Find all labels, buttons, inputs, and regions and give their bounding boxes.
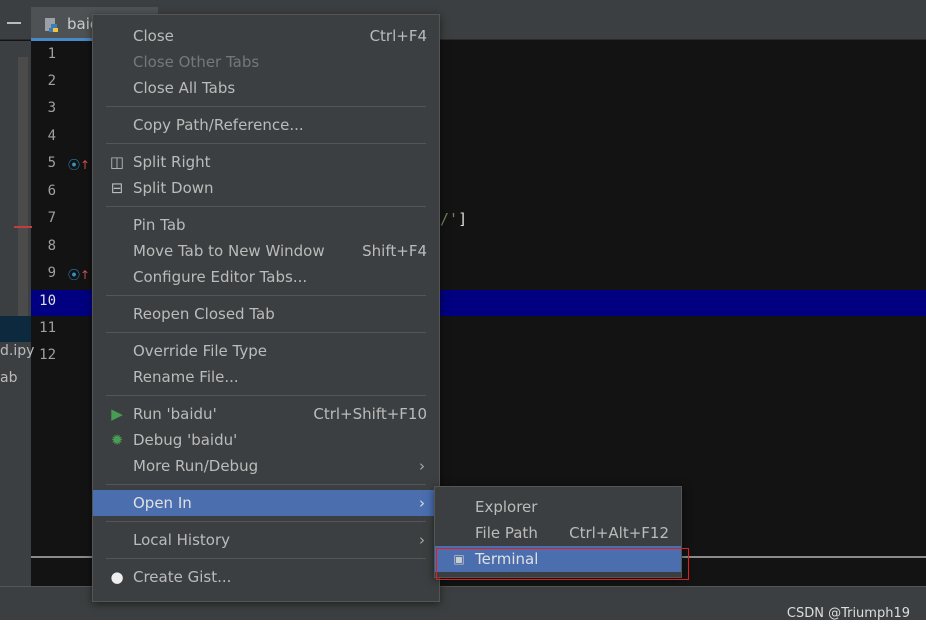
chevron-right-icon: › <box>419 457 425 475</box>
watermark: CSDN @Triumph19 <box>786 606 910 621</box>
menu-close-all-tabs[interactable]: Close All Tabs <box>93 75 439 101</box>
line-number: 4 <box>47 128 56 144</box>
menu-configure-tabs[interactable]: Configure Editor Tabs... <box>93 264 439 290</box>
split-down-icon: ⊟ <box>110 179 124 197</box>
menu-debug[interactable]: ✹ Debug 'baidu' <box>93 427 439 453</box>
chevron-right-icon: › <box>419 494 425 512</box>
menu-split-right[interactable]: ◫ Split Right <box>93 149 439 175</box>
error-marker <box>14 226 32 228</box>
line-number: 1 <box>47 46 56 62</box>
file-name-fragment[interactable]: d.ipy <box>0 343 34 359</box>
selected-file-row[interactable] <box>0 316 31 342</box>
line-number: 11 <box>39 320 56 336</box>
menu-split-down[interactable]: ⊟ Split Down <box>93 175 439 201</box>
line-number: 2 <box>47 73 56 89</box>
line-number: 10 <box>39 293 56 309</box>
scrollbar[interactable] <box>18 57 28 317</box>
menu-create-gist[interactable]: ● Create Gist... <box>93 564 439 590</box>
separator <box>106 521 426 522</box>
python-file-icon <box>45 18 58 32</box>
separator <box>106 106 426 107</box>
menu-move-tab[interactable]: Move Tab to New Window Shift+F4 <box>93 238 439 264</box>
menu-override-file-type[interactable]: Override File Type <box>93 338 439 364</box>
bottom-strip <box>0 620 926 632</box>
file-name-fragment[interactable]: ab <box>0 370 17 386</box>
line-number: 9 <box>47 265 56 281</box>
menu-run[interactable]: ▶ Run 'baidu' Ctrl+Shift+F10 <box>93 401 439 427</box>
menu-local-history[interactable]: Local History › <box>93 527 439 553</box>
menu-close[interactable]: Close Ctrl+F4 <box>93 23 439 49</box>
separator <box>106 395 426 396</box>
line-number: 12 <box>39 347 56 363</box>
submenu-file-path[interactable]: File Path Ctrl+Alt+F12 <box>435 520 681 546</box>
highlight-annotation-box <box>436 548 689 580</box>
line-number: 5 <box>47 155 56 171</box>
separator <box>106 206 426 207</box>
override-gutter-icon[interactable]: ⦿↑ <box>68 266 90 283</box>
chevron-right-icon: › <box>419 531 425 549</box>
line-number: 3 <box>47 100 56 116</box>
line-number: 8 <box>47 238 56 254</box>
override-gutter-icon[interactable]: ⦿↑ <box>68 156 90 173</box>
separator <box>106 484 426 485</box>
menu-open-in[interactable]: Open In › <box>93 490 439 516</box>
run-icon: ▶ <box>111 405 123 423</box>
menu-copy-path[interactable]: Copy Path/Reference... <box>93 112 439 138</box>
line-number: 7 <box>47 210 56 226</box>
debug-bug-icon: ✹ <box>110 431 124 449</box>
tab-context-menu: Close Ctrl+F4 Close Other Tabs Close All … <box>92 14 440 602</box>
menu-more-run-debug[interactable]: More Run/Debug › <box>93 453 439 479</box>
separator <box>106 332 426 333</box>
separator <box>106 558 426 559</box>
code-fragment: /'] <box>440 210 468 228</box>
menu-pin-tab[interactable]: Pin Tab <box>93 212 439 238</box>
menu-close-other-tabs: Close Other Tabs <box>133 53 260 71</box>
menu-reopen-closed-tab[interactable]: Reopen Closed Tab <box>93 301 439 327</box>
menu-rename-file[interactable]: Rename File... <box>93 364 439 390</box>
split-right-icon: ◫ <box>109 153 125 171</box>
minimize-icon[interactable] <box>7 22 21 24</box>
submenu-explorer[interactable]: Explorer <box>435 494 681 520</box>
github-icon: ● <box>110 568 124 586</box>
separator <box>106 143 426 144</box>
separator <box>106 295 426 296</box>
line-number: 6 <box>47 183 56 199</box>
